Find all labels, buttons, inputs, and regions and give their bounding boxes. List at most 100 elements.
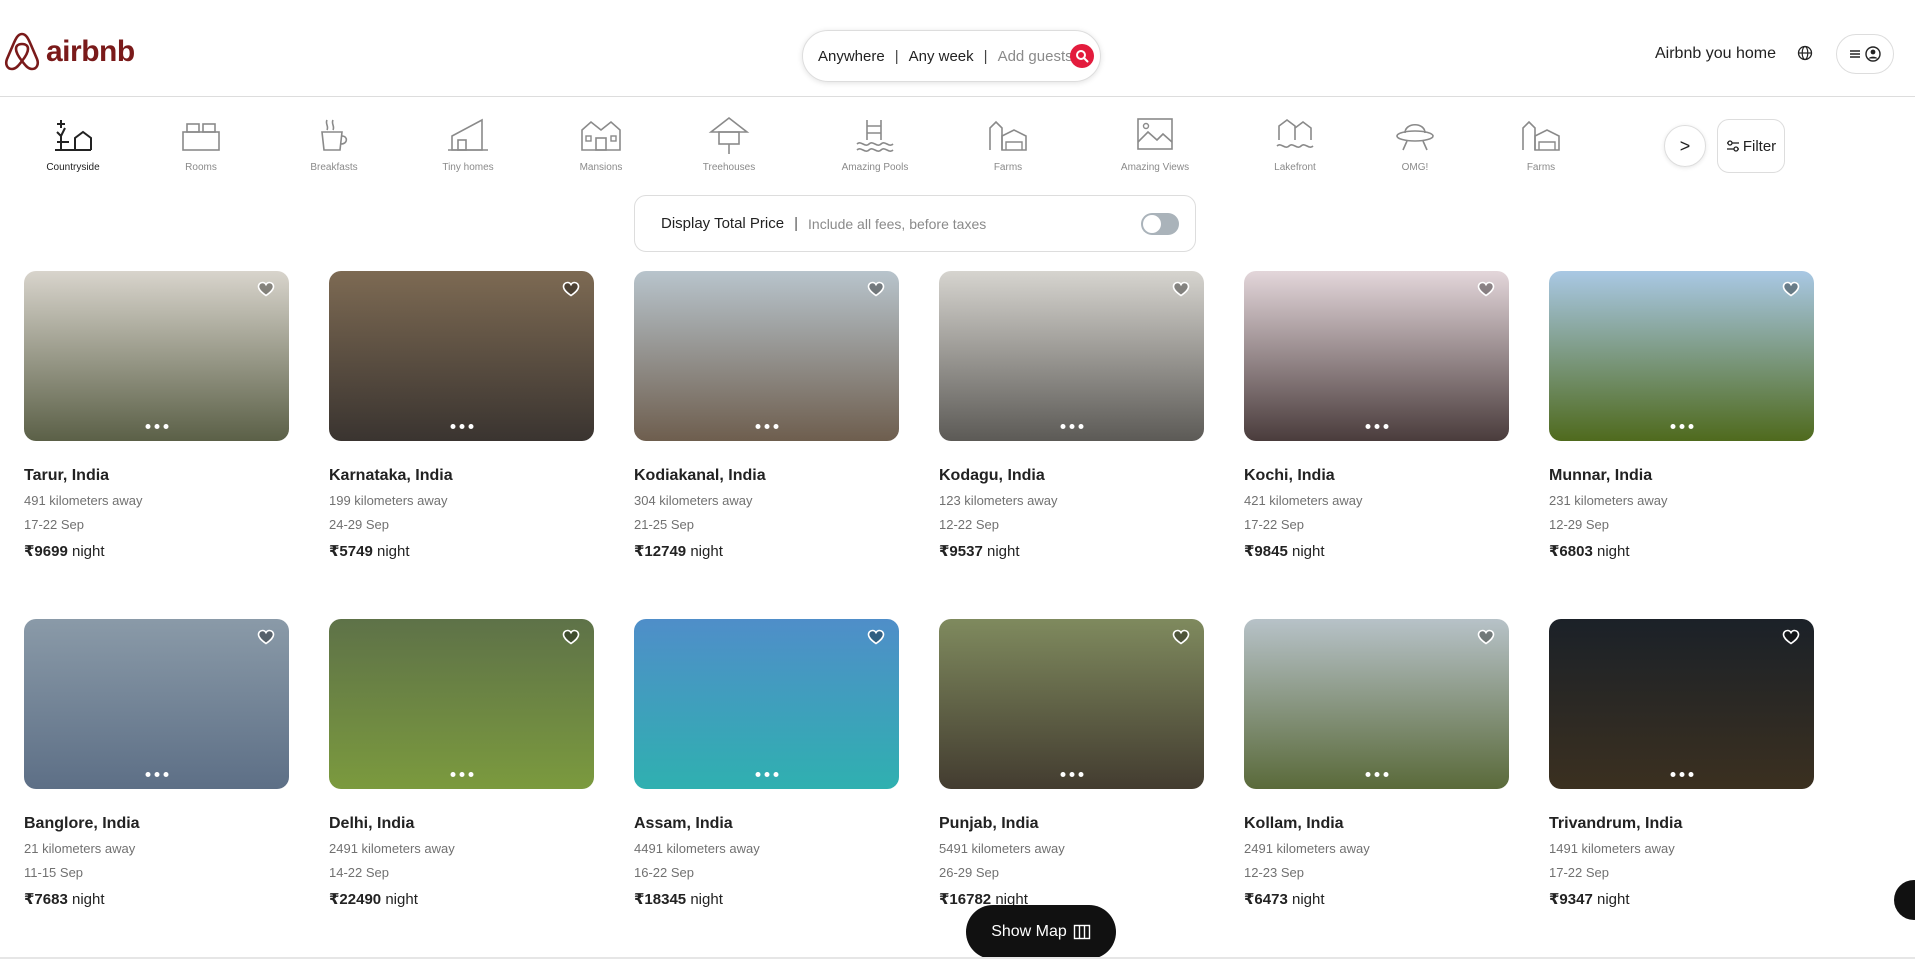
- listing-price-unit: night: [690, 543, 723, 560]
- heart-icon[interactable]: [1172, 281, 1190, 297]
- listing-distance: 491 kilometers away: [24, 493, 143, 508]
- listing-price-row: ₹9347 night: [1549, 890, 1814, 908]
- listing-photo[interactable]: [634, 271, 899, 441]
- listing-price-unit: night: [1291, 891, 1325, 908]
- filter-button[interactable]: Filter: [1717, 119, 1785, 173]
- category-amazing-pools[interactable]: Amazing Pools: [835, 116, 915, 173]
- photo-carousel-dots: [1670, 772, 1693, 777]
- photo-carousel-dots: [145, 772, 168, 777]
- listing-distance: 421 kilometers away: [1244, 493, 1363, 508]
- show-map-button[interactable]: Show Map: [966, 905, 1116, 959]
- listing-price-unit: night: [986, 543, 1020, 560]
- photo-carousel-dots: [755, 424, 778, 429]
- categories-next-button[interactable]: >: [1664, 125, 1706, 167]
- heart-icon[interactable]: [1477, 629, 1495, 645]
- category-treehouses[interactable]: Treehouses: [689, 116, 769, 173]
- heart-icon[interactable]: [1172, 629, 1190, 645]
- category-tiny-homes[interactable]: Tiny homes: [428, 116, 508, 173]
- heart-icon[interactable]: [562, 629, 580, 645]
- listing-price-unit: night: [1596, 891, 1630, 908]
- search-button[interactable]: [1070, 44, 1094, 68]
- listing-photo[interactable]: [24, 271, 289, 441]
- category-farms-2[interactable]: Farms: [1501, 116, 1581, 173]
- rooms-icon: [182, 123, 220, 151]
- listing-photo[interactable]: [939, 619, 1204, 789]
- listing-location: Kollam, India: [1244, 815, 1344, 832]
- listing-photo[interactable]: [329, 271, 594, 441]
- heart-icon[interactable]: [1782, 629, 1800, 645]
- listing-card[interactable]: Banglore, India 21 kilometers away 11-15…: [24, 619, 289, 908]
- listing-distance: 2491 kilometers away: [329, 841, 455, 856]
- heart-icon[interactable]: [1477, 281, 1495, 297]
- category-omg[interactable]: OMG!: [1375, 116, 1455, 173]
- user-icon: [1865, 46, 1881, 62]
- listing-dates: 26-29 Sep: [939, 865, 999, 880]
- total-price-toggle[interactable]: [1141, 213, 1179, 235]
- floating-help-button[interactable]: [1894, 880, 1915, 920]
- category-countryside[interactable]: Countryside: [33, 116, 113, 173]
- category-farms[interactable]: Farms: [968, 116, 1048, 173]
- listing-photo[interactable]: [1244, 619, 1509, 789]
- tiny-homes-icon: [448, 118, 488, 151]
- menu-icon: [1850, 50, 1860, 58]
- heart-icon[interactable]: [1782, 281, 1800, 297]
- search-add-guests[interactable]: Add guests: [998, 48, 1073, 65]
- listing-price: ₹22490: [329, 891, 382, 908]
- listing-card[interactable]: Munnar, India 231 kilometers away 12-29 …: [1549, 271, 1814, 560]
- search-any-week[interactable]: Any week: [909, 48, 974, 65]
- category-amazing-views[interactable]: Amazing Views: [1115, 116, 1195, 173]
- listing-photo[interactable]: [24, 619, 289, 789]
- heart-icon[interactable]: [562, 281, 580, 297]
- listing-card[interactable]: Karnataka, India 199 kilometers away 24-…: [329, 271, 594, 560]
- listing-distance: 123 kilometers away: [939, 493, 1058, 508]
- search-bar[interactable]: Anywhere | Any week | Add guests: [802, 30, 1101, 82]
- listing-card[interactable]: Tarur, India 491 kilometers away 17-22 S…: [24, 271, 289, 560]
- heart-icon[interactable]: [867, 281, 885, 297]
- listing-location: Assam, India: [634, 815, 733, 832]
- listing-card[interactable]: Trivandrum, India 1491 kilometers away 1…: [1549, 619, 1814, 908]
- listing-price: ₹12749: [634, 543, 687, 560]
- listing-card[interactable]: Kollam, India 2491 kilometers away 12-23…: [1244, 619, 1509, 908]
- listing-price: ₹18345: [634, 891, 687, 908]
- listing-card[interactable]: Kodiakanal, India 304 kilometers away 21…: [634, 271, 899, 560]
- farms-icon: [989, 120, 1027, 151]
- heart-icon[interactable]: [257, 281, 275, 297]
- listing-price: ₹9845: [1244, 543, 1288, 560]
- category-rooms[interactable]: Rooms: [161, 116, 241, 173]
- listing-photo[interactable]: [329, 619, 594, 789]
- photo-carousel-dots: [1365, 424, 1388, 429]
- category-breakfasts[interactable]: Breakfasts: [294, 116, 374, 173]
- listing-price-row: ₹5749 night: [329, 542, 594, 560]
- photo-carousel-dots: [1060, 772, 1083, 777]
- listing-photo[interactable]: [1244, 271, 1509, 441]
- logo-text: airbnb: [46, 35, 135, 68]
- category-label: Countryside: [46, 162, 100, 173]
- host-link[interactable]: Airbnb you home: [1655, 45, 1776, 63]
- listing-card[interactable]: Delhi, India 2491 kilometers away 14-22 …: [329, 619, 594, 908]
- listing-photo[interactable]: [634, 619, 899, 789]
- listing-dates: 21-25 Sep: [634, 517, 694, 532]
- listing-photo[interactable]: [939, 271, 1204, 441]
- heart-icon[interactable]: [257, 629, 275, 645]
- airbnb-logo[interactable]: airbnb: [4, 30, 135, 74]
- category-mansions[interactable]: Mansions: [561, 116, 641, 173]
- omg-icon: [1396, 123, 1434, 151]
- listing-photo[interactable]: [1549, 271, 1814, 441]
- search-icon: [1076, 50, 1089, 63]
- listing-card[interactable]: Kodagu, India 123 kilometers away 12-22 …: [939, 271, 1204, 560]
- heart-icon[interactable]: [867, 629, 885, 645]
- listing-price: ₹6473: [1244, 891, 1288, 908]
- listing-price-row: ₹9845 night: [1244, 542, 1509, 560]
- listing-photo[interactable]: [1549, 619, 1814, 789]
- listing-card[interactable]: Assam, India 4491 kilometers away 16-22 …: [634, 619, 899, 908]
- listing-price-row: ₹18345 night: [634, 890, 899, 908]
- listing-card[interactable]: Punjab, India 5491 kilometers away 26-29…: [939, 619, 1204, 908]
- category-label: Amazing Views: [1120, 162, 1190, 173]
- search-anywhere[interactable]: Anywhere: [818, 48, 885, 65]
- profile-menu-button[interactable]: [1836, 34, 1894, 74]
- category-lakefront[interactable]: Lakefront: [1255, 116, 1335, 173]
- language-button[interactable]: [1797, 45, 1813, 66]
- photo-carousel-dots: [450, 772, 473, 777]
- amazing-pools-icon: [856, 120, 894, 152]
- listing-card[interactable]: Kochi, India 421 kilometers away 17-22 S…: [1244, 271, 1509, 560]
